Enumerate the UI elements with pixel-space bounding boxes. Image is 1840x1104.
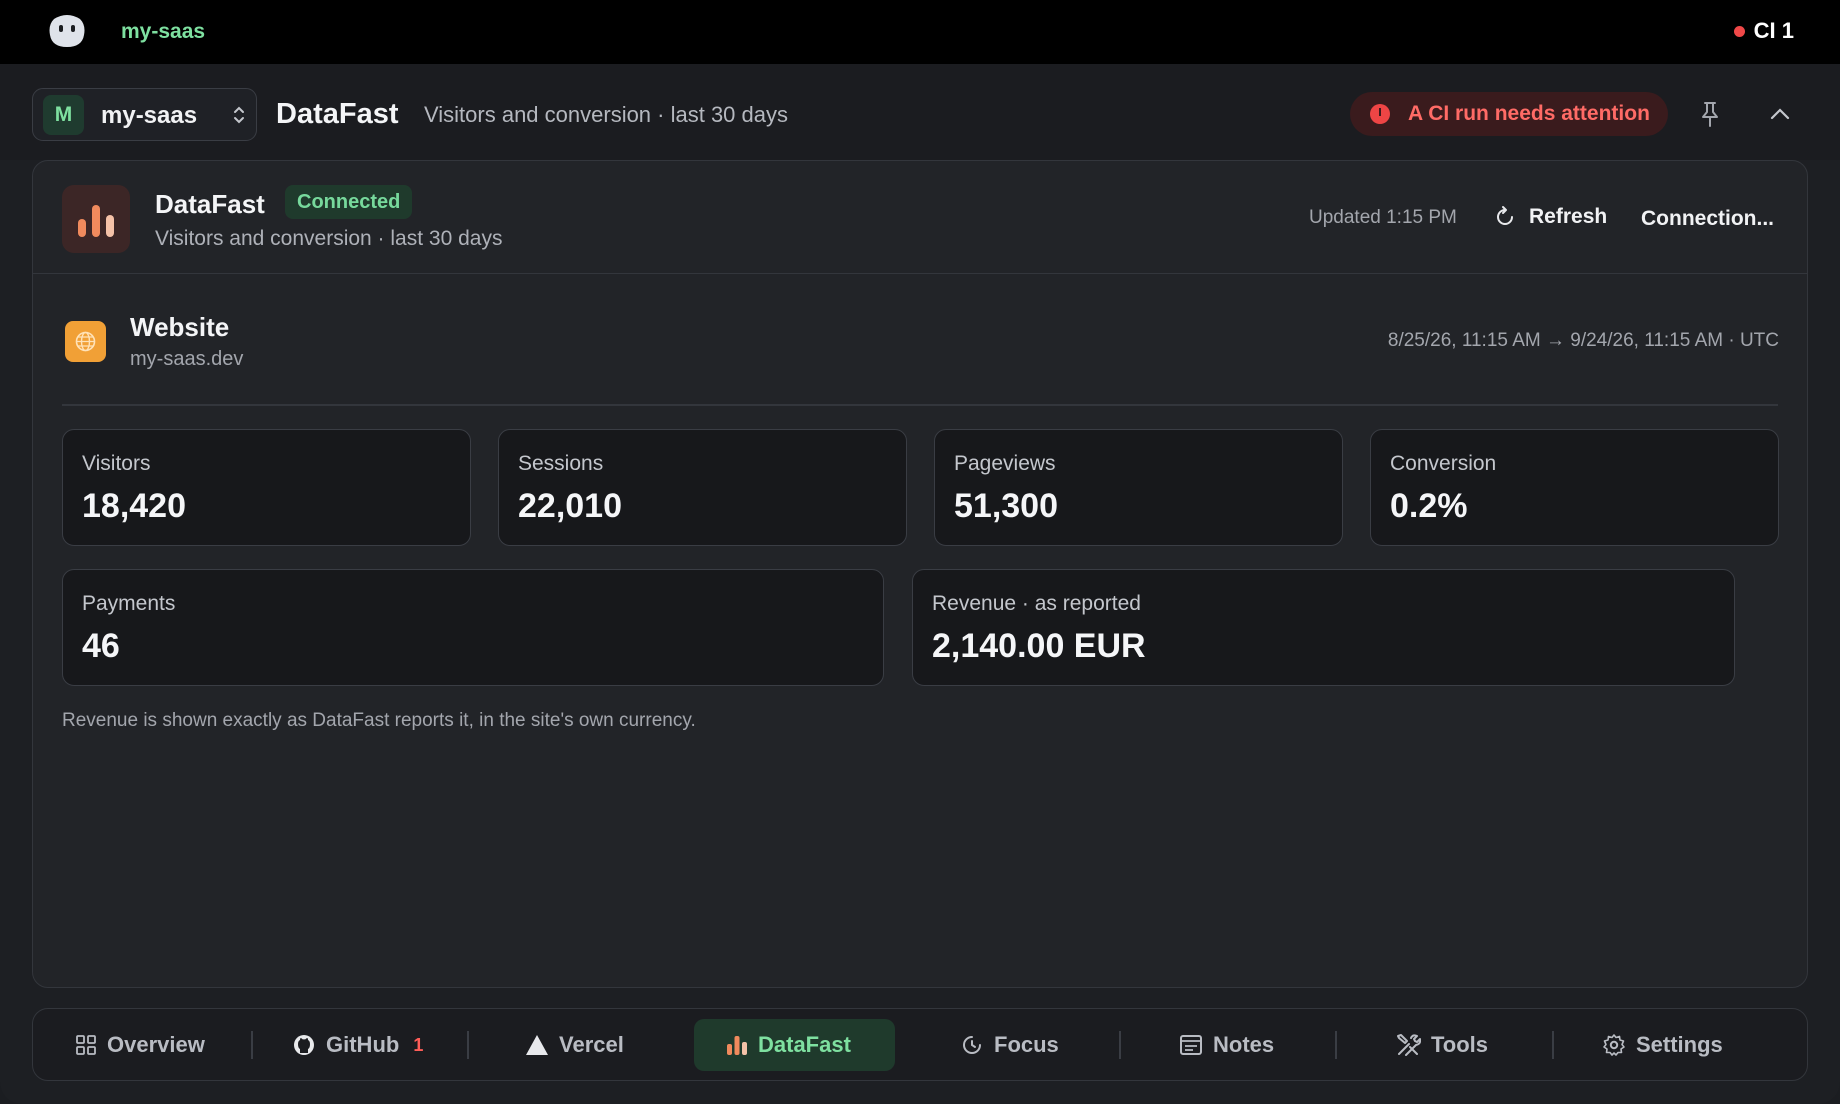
metric-card-visitors: Visitors 18,420	[62, 429, 471, 546]
top-bar: my-saas CI 1	[0, 0, 1840, 64]
metric-value: 46	[82, 627, 120, 665]
chevron-up-icon[interactable]	[1766, 100, 1794, 128]
metric-value: 2,140.00 EUR	[932, 627, 1146, 665]
datafast-logo-icon	[62, 185, 130, 253]
tab-focus[interactable]: Focus	[950, 1019, 1069, 1071]
tab-settings[interactable]: Settings	[1592, 1019, 1733, 1071]
site-name: Website	[130, 312, 230, 342]
tab-label: Overview	[107, 1032, 205, 1057]
last-updated-text: Updated 1:15 PM	[1309, 207, 1457, 228]
tab-label: GitHub	[326, 1032, 400, 1057]
app-window: my-saas CI 1 M my-saas DataFast Visitors…	[0, 0, 1840, 1104]
page-header: M my-saas DataFast Visitors and conversi…	[0, 64, 1840, 160]
notes-icon	[1180, 1035, 1202, 1055]
tab-label: Tools	[1431, 1032, 1489, 1057]
refresh-label: Refresh	[1529, 205, 1608, 228]
metric-label: Visitors	[82, 452, 151, 475]
nav-separator	[251, 1031, 253, 1059]
metric-card-pageviews: Pageviews 51,300	[934, 429, 1343, 546]
tab-tools[interactable]: Tools	[1385, 1019, 1498, 1071]
integration-title: DataFast	[155, 189, 265, 219]
metric-value: 51,300	[954, 487, 1058, 525]
project-switcher-label: my-saas	[101, 102, 198, 129]
nav-separator	[467, 1031, 469, 1059]
metric-label: Revenue · as reported	[932, 592, 1141, 615]
site-row: Website my-saas.dev 8/25/26, 11:15 AM → …	[33, 274, 1807, 404]
bar-chart-icon	[727, 1036, 747, 1055]
refresh-icon	[1497, 206, 1513, 225]
page-title: DataFast	[276, 98, 399, 130]
tab-datafast[interactable]: DataFast	[694, 1019, 895, 1071]
tools-icon	[1397, 1034, 1421, 1056]
ci-alert-dot-icon	[1733, 25, 1745, 37]
page-subtitle: Visitors and conversion · last 30 days	[424, 102, 788, 127]
metric-card-revenue: Revenue · as reported 2,140.00 EUR	[912, 569, 1735, 686]
chevron-up-down-icon	[234, 106, 244, 124]
site-domain: my-saas.dev	[130, 348, 244, 370]
status-badge: Connected	[285, 185, 413, 219]
metric-card-sessions: Sessions 22,010	[498, 429, 907, 546]
tab-badge: 1	[413, 1034, 424, 1055]
metric-value: 22,010	[518, 487, 622, 525]
tab-vercel[interactable]: Vercel	[515, 1019, 634, 1071]
refresh-button[interactable]: Refresh	[1493, 205, 1607, 229]
ci-attention-alert[interactable]: A CI run needs attention	[1350, 92, 1668, 136]
globe-icon	[65, 321, 106, 362]
nav-separator	[1119, 1031, 1121, 1059]
integration-subtitle: Visitors and conversion · last 30 days	[155, 227, 503, 250]
tab-label: Notes	[1213, 1032, 1275, 1057]
mascot-logo-icon	[49, 15, 85, 47]
tab-overview[interactable]: Overview	[65, 1019, 215, 1071]
grid-icon	[76, 1035, 96, 1055]
tab-label: Vercel	[559, 1032, 624, 1057]
project-avatar: M	[43, 95, 84, 135]
tab-label: DataFast	[758, 1032, 851, 1057]
metric-value: 0.2%	[1390, 487, 1468, 525]
ci-status-label: CI 1	[1753, 18, 1794, 43]
top-project-name[interactable]: my-saas	[121, 20, 205, 44]
metric-card-conversion: Conversion 0.2%	[1370, 429, 1779, 546]
metric-label: Sessions	[518, 452, 604, 475]
metric-card-payments: Payments 46	[62, 569, 884, 686]
tab-label: Focus	[994, 1032, 1059, 1057]
nav-separator	[1335, 1031, 1337, 1059]
metric-value: 18,420	[82, 487, 186, 525]
divider	[62, 404, 1778, 406]
ci-status-indicator[interactable]: CI 1	[1733, 18, 1794, 44]
alert-icon	[1370, 104, 1390, 124]
metric-label: Conversion	[1390, 452, 1497, 475]
panel-header: DataFast Connected Visitors and conversi…	[33, 161, 1807, 274]
metric-label: Pageviews	[954, 452, 1056, 475]
alert-text: A CI run needs attention	[1408, 102, 1650, 125]
metric-label: Payments	[82, 592, 176, 615]
tab-github[interactable]: GitHub 1	[282, 1019, 433, 1071]
connection-button[interactable]: Connection...	[1641, 207, 1774, 231]
datafast-panel: DataFast Connected Visitors and conversi…	[32, 160, 1808, 988]
timer-icon	[963, 1036, 981, 1054]
vercel-triangle-icon	[526, 1035, 548, 1055]
date-range: 8/25/26, 11:15 AM → 9/24/26, 11:15 AM · …	[1387, 330, 1779, 351]
pin-icon[interactable]	[1696, 100, 1724, 128]
bottom-nav: Overview GitHub 1 Vercel DataFast Focus …	[32, 1008, 1808, 1081]
tab-label: Settings	[1636, 1032, 1723, 1057]
project-switcher[interactable]: M my-saas	[32, 88, 257, 141]
nav-separator	[1552, 1031, 1554, 1059]
gear-icon	[1603, 1034, 1625, 1056]
github-icon	[294, 1035, 314, 1055]
tab-notes[interactable]: Notes	[1169, 1019, 1284, 1071]
revenue-footnote: Revenue is shown exactly as DataFast rep…	[62, 710, 696, 731]
